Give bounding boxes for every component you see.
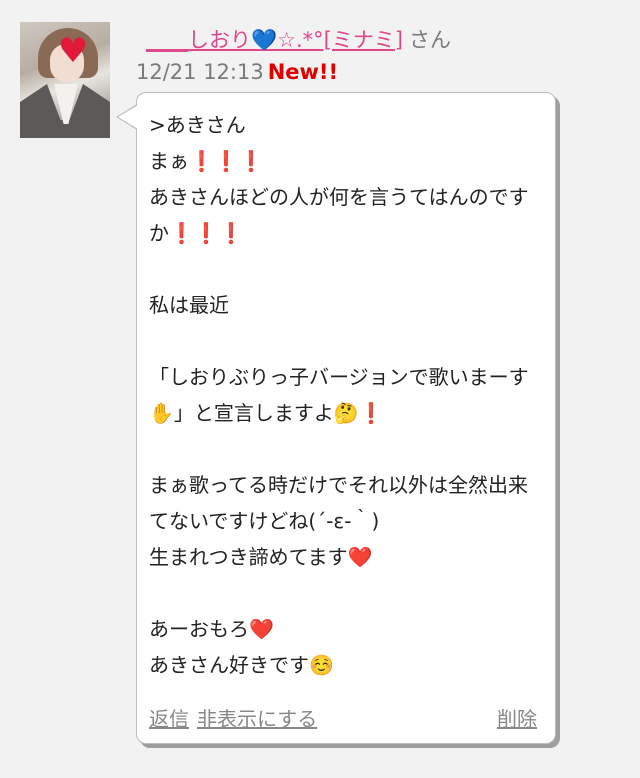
post-date: 12/21 12:13 (136, 60, 264, 84)
delete-link[interactable]: 削除 (497, 705, 537, 733)
author-line: ____しおり💙☆.*°[ミナミ] さん (146, 26, 451, 54)
heart-sticker-icon: ♥ (57, 31, 89, 71)
hide-link[interactable]: 非表示にする (197, 707, 317, 731)
new-badge: New!! (267, 60, 339, 84)
post-meta: 12/21 12:13 New!! (136, 58, 338, 86)
message-actions: 返信 非表示にする 削除 (149, 705, 537, 733)
message-body: >あきさん まぁ❗️❗️❗️ あきさんほどの人が何を言うてはんのですか❗️❗️❗… (149, 113, 529, 677)
author-name-link[interactable]: ____しおり💙☆.*°[ミナミ] (146, 28, 403, 52)
bubble-tail (118, 105, 138, 129)
author-suffix: さん (409, 28, 452, 52)
message-bubble: >あきさん まぁ❗️❗️❗️ あきさんほどの人が何を言うてはんのですか❗️❗️❗… (136, 92, 556, 744)
reply-link[interactable]: 返信 (149, 707, 189, 731)
user-avatar[interactable]: ♥ (20, 22, 110, 138)
